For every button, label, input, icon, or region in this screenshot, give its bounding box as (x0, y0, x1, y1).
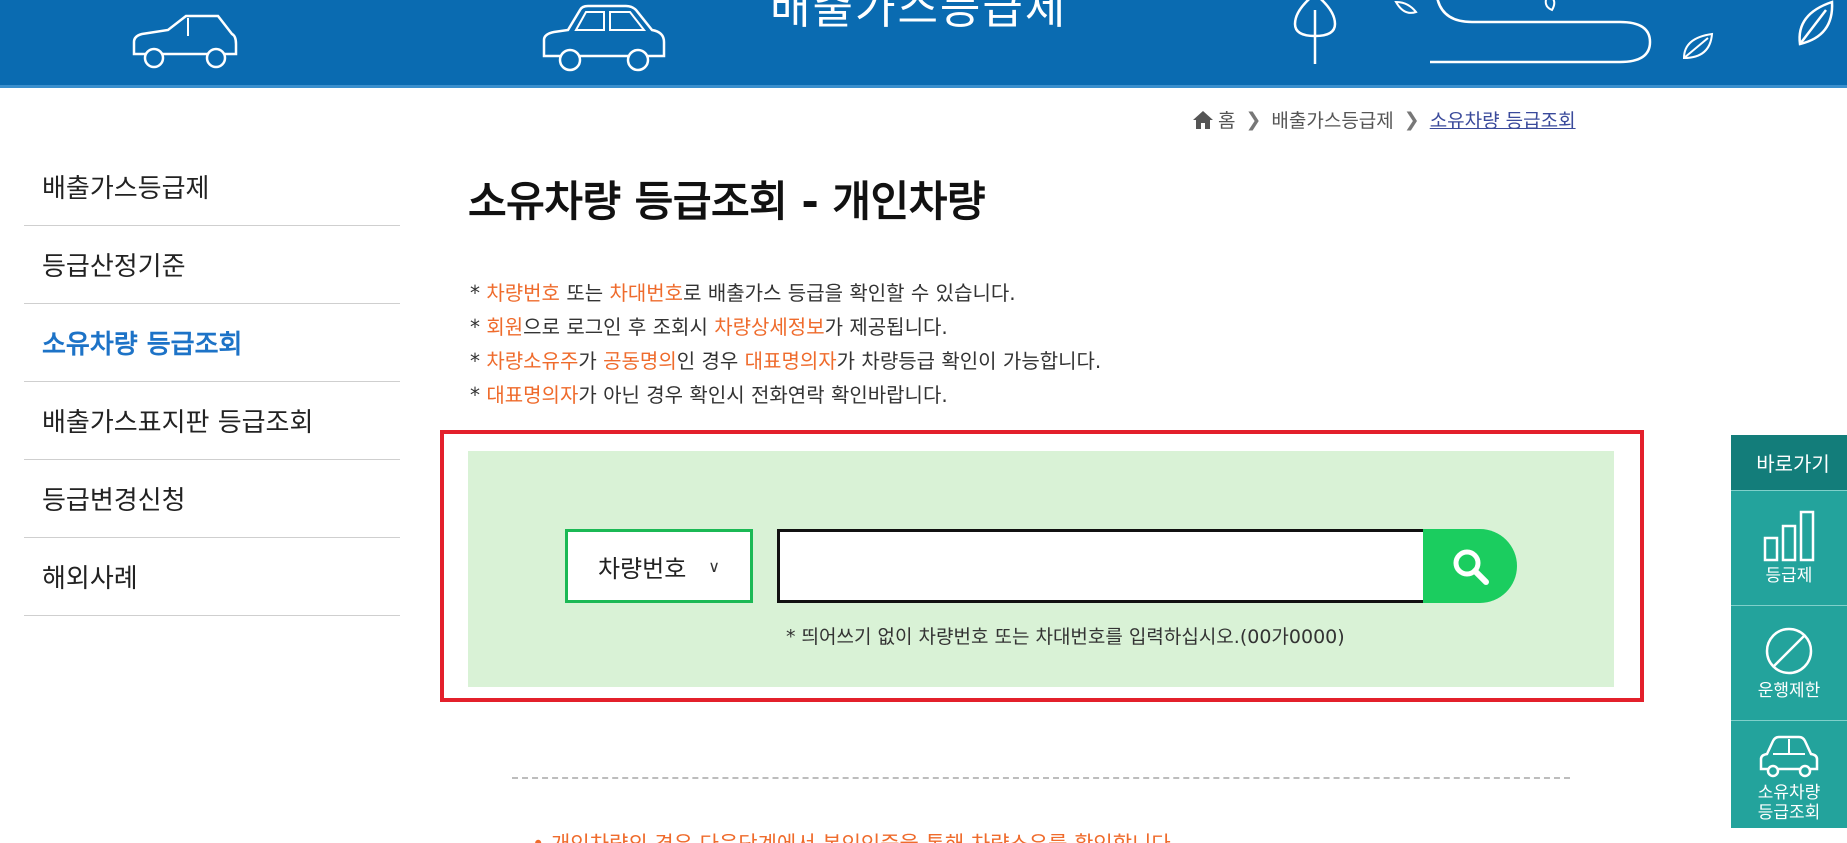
leaf-icon (1394, 0, 1418, 14)
note-highlight: 회원 (486, 315, 524, 339)
road-outline-icon (1430, 0, 1652, 64)
quick-item-label: 소유차량 (1757, 783, 1821, 803)
chevron-right-icon: ❯ (1403, 108, 1420, 131)
note-highlight: 차량소유주 (486, 349, 579, 373)
search-icon (1453, 549, 1489, 585)
header-banner: 배출가스등급제 (0, 0, 1847, 88)
banner-title: 배출가스등급제 (770, 0, 1068, 34)
prohibit-icon (1765, 627, 1813, 675)
sidebar-item-emission-grade[interactable]: 배출가스등급제 (24, 148, 400, 226)
note-highlight: 차대번호 (609, 281, 684, 305)
note-text: 또는 (559, 281, 610, 305)
note-item: * 차량번호 또는 차대번호로 배출가스 등급을 확인할 수 있습니다. (470, 276, 1101, 310)
vehicle-number-input[interactable] (777, 529, 1423, 603)
home-icon[interactable] (1192, 110, 1214, 130)
note-text: 가 제공됩니다. (824, 315, 948, 339)
breadcrumb-home[interactable]: 홈 (1218, 106, 1235, 133)
quick-item-label: 등급제 (1765, 566, 1813, 586)
breadcrumb-level1[interactable]: 배출가스등급제 (1271, 106, 1393, 133)
car-outline-icon (132, 14, 238, 69)
note-highlight: 공동명의 (603, 349, 677, 373)
sidebar-item-grade-change-request[interactable]: 등급변경신청 (24, 460, 400, 538)
note-bullet: * (470, 315, 480, 339)
banner-underline (0, 85, 1847, 88)
bottom-note: • 개인차량의 경우 다음단계에서 본인인증을 통해 차량소유를 확인합니다. (532, 828, 1177, 843)
note-highlight: 대표명의자 (744, 349, 837, 373)
quick-menu-title: 바로가기 (1731, 435, 1847, 490)
bar-chart-icon (1763, 510, 1815, 562)
car-outline-icon (542, 4, 666, 72)
quick-item-label: 등급조회 (1757, 803, 1821, 823)
search-type-select[interactable]: 차량번호 ∨ (565, 529, 753, 603)
leaf-icon (1798, 0, 1834, 46)
sidebar-item-vehicle-grade-lookup[interactable]: 소유차량 등급조회 (24, 304, 400, 382)
note-text: 가 아닌 경우 확인시 전화연락 확인바랍니다. (578, 383, 948, 407)
breadcrumb-current[interactable]: 소유차량 등급조회 (1430, 106, 1576, 133)
note-item: * 차량소유주가 공동명의인 경우 대표명의자가 차량등급 확인이 가능합니다. (470, 344, 1101, 378)
dashed-divider (512, 777, 1570, 779)
leaf-icon (1682, 32, 1714, 60)
note-highlight: 차량번호 (486, 281, 560, 305)
note-text: 으로 로그인 후 조회시 (523, 315, 715, 339)
page-title: 소유차량 등급조회 - 개인차량 (468, 177, 985, 226)
breadcrumb: 홈 ❯ 배출가스등급제 ❯ 소유차량 등급조회 (1192, 106, 1576, 133)
search-type-value: 차량번호 (597, 554, 687, 583)
chevron-right-icon: ❯ (1245, 108, 1262, 131)
note-bullet: * (470, 349, 480, 373)
quick-item-vehicle-grade-lookup[interactable]: 소유차량 등급조회 (1731, 720, 1847, 828)
note-text: 가 차량등급 확인이 가능합니다. (836, 349, 1102, 373)
note-item: * 대표명의자가 아닌 경우 확인시 전화연락 확인바랍니다. (470, 378, 1101, 412)
sidebar-item-sign-grade-lookup[interactable]: 배출가스표지판 등급조회 (24, 382, 400, 460)
note-highlight: 차량상세정보 (714, 315, 825, 339)
note-item: * 회원으로 로그인 후 조회시 차량상세정보가 제공됩니다. (470, 310, 1101, 344)
sidebar-item-grade-criteria[interactable]: 등급산정기준 (24, 226, 400, 304)
note-bullet: * (470, 281, 480, 305)
quick-item-driving-restriction[interactable]: 운행제한 (1731, 605, 1847, 720)
car-icon (1759, 735, 1819, 778)
tree-outline-icon (1293, 0, 1337, 64)
sidebar-item-overseas-cases[interactable]: 해외사례 (24, 538, 400, 616)
quick-item-label: 운행제한 (1757, 681, 1821, 701)
quick-item-grade[interactable]: 등급제 (1731, 490, 1847, 605)
note-bullet: * (470, 383, 480, 407)
sidebar: 배출가스등급제 등급산정기준 소유차량 등급조회 배출가스표지판 등급조회 등급… (24, 148, 400, 616)
chevron-down-icon: ∨ (708, 556, 721, 576)
search-hint: * 띄어쓰기 없이 차량번호 또는 차대번호를 입력하십시오.(00가0000) (786, 626, 1345, 648)
note-text: 로 배출가스 등급을 확인할 수 있습니다. (683, 281, 1016, 305)
note-text: 가 (578, 349, 604, 373)
note-highlight: 대표명의자 (486, 383, 579, 407)
notes-list: * 차량번호 또는 차대번호로 배출가스 등급을 확인할 수 있습니다. * 회… (470, 276, 1101, 412)
search-button[interactable] (1423, 529, 1517, 603)
note-text: 인 경우 (676, 349, 745, 373)
quick-menu: 바로가기 등급제 운행제한 소유차량 등급조회 (1731, 435, 1847, 843)
